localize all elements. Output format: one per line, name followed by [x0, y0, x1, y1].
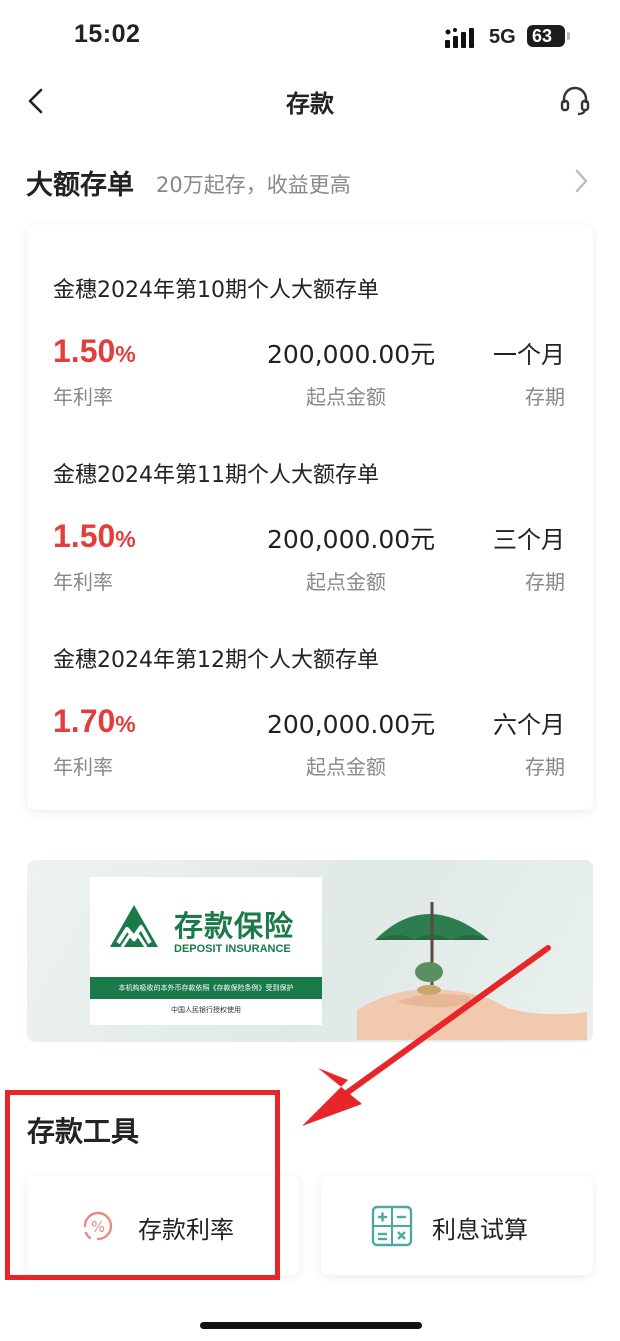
chevron-right-icon[interactable] — [571, 167, 591, 195]
rate-unit: % — [115, 526, 136, 552]
rate-label: 年利率 — [53, 385, 113, 409]
section-subtitle: 20万起存，收益更高 — [156, 173, 351, 197]
rate-unit: % — [115, 711, 136, 737]
battery-indicator: 63 — [527, 25, 570, 47]
interest-calculator-tool[interactable]: 利息试算 — [321, 1175, 593, 1275]
product-item[interactable]: 金穗2024年第12期个人大额存单 1.70% 200,000.00元 六个月 … — [27, 595, 593, 779]
home-indicator[interactable] — [200, 1322, 422, 1329]
interest-rate: 1.50% — [53, 518, 136, 555]
product-name: 金穗2024年第12期个人大额存单 — [53, 648, 379, 673]
min-amount: 200,000.00元 — [267, 710, 436, 739]
page-title: 存款 — [286, 90, 334, 118]
rate-unit: % — [115, 341, 136, 367]
deposit-term: 三个月 — [493, 526, 565, 554]
annotation-arrow-icon — [302, 945, 551, 1126]
banner-notice: 本机构吸收的本外币存款依照《存款保险条例》受到保护 — [90, 977, 322, 999]
rate-value: 1.50 — [53, 518, 116, 554]
rate-label: 年利率 — [53, 570, 113, 594]
cellular-signal-icon — [445, 28, 474, 48]
deposit-insurance-logo-icon — [110, 905, 158, 948]
section-title: 大额存单 — [26, 170, 134, 201]
banner-subtitle-en: DEPOSIT INSURANCE — [174, 943, 291, 955]
product-item[interactable]: 金穗2024年第11期个人大额存单 1.50% 200,000.00元 三个月 … — [27, 410, 593, 594]
deposit-term: 一个月 — [493, 341, 565, 369]
calculator-icon — [371, 1205, 413, 1247]
rate-label: 年利率 — [53, 755, 113, 779]
rate-value: 1.70 — [53, 703, 116, 739]
product-name: 金穗2024年第11期个人大额存单 — [53, 463, 379, 488]
term-label: 存期 — [525, 385, 565, 409]
min-amount: 200,000.00元 — [267, 525, 436, 554]
network-type: 5G — [489, 26, 516, 48]
term-label: 存期 — [525, 570, 565, 594]
banner-title: 存款保险 — [174, 909, 295, 943]
min-amount: 200,000.00元 — [267, 340, 436, 369]
banner-footer: 中国人民银行授权使用 — [171, 1006, 241, 1014]
deposit-term: 六个月 — [493, 711, 565, 739]
interest-rate: 1.70% — [53, 703, 136, 740]
product-item[interactable]: 金穗2024年第10期个人大额存单 1.50% 200,000.00元 一个月 … — [27, 225, 593, 409]
status-time: 15:02 — [74, 20, 141, 48]
interest-rate: 1.50% — [53, 333, 136, 370]
tool-label: 利息试算 — [432, 1216, 528, 1244]
amount-label: 起点金额 — [306, 570, 386, 594]
status-bar: 15:02 5G 63 — [0, 0, 620, 70]
insurance-badge: 存款保险 DEPOSIT INSURANCE 本机构吸收的本外币存款依照《存款保… — [90, 877, 322, 1025]
deposit-product-card: 金穗2024年第10期个人大额存单 1.50% 200,000.00元 一个月 … — [27, 225, 593, 810]
amount-label: 起点金额 — [306, 385, 386, 409]
product-name: 金穗2024年第10期个人大额存单 — [53, 278, 379, 303]
term-label: 存期 — [525, 755, 565, 779]
customer-service-headset-icon[interactable] — [559, 84, 591, 116]
amount-label: 起点金额 — [306, 755, 386, 779]
large-deposit-header[interactable]: 大额存单 20万起存，收益更高 — [26, 163, 596, 203]
nav-bar: 存款 — [0, 70, 620, 134]
highlight-annotation-box — [5, 1090, 280, 1280]
rate-value: 1.50 — [53, 333, 116, 369]
